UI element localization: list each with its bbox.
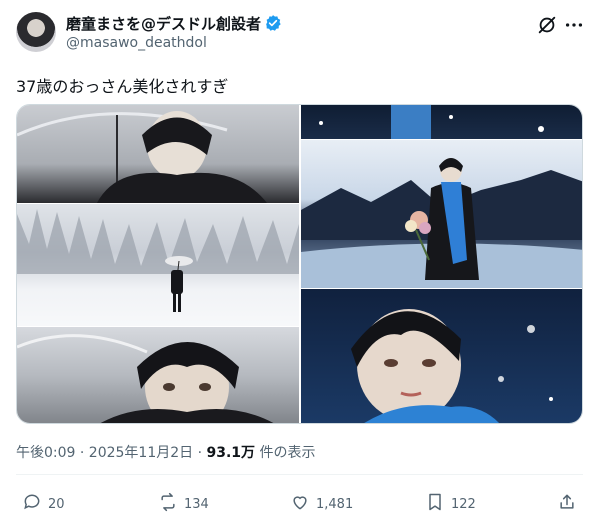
bookmark-icon xyxy=(425,492,445,516)
grok-icon[interactable] xyxy=(536,14,558,36)
display-name-text[interactable]: 磨童まさを@デスドル創設者 xyxy=(66,15,261,33)
reply-icon xyxy=(22,492,42,516)
post-meta: 午後0:09 · 2025年11月2日 · 93.1万 件の表示 xyxy=(16,442,316,462)
repost-button[interactable]: 134 xyxy=(158,492,209,516)
repost-count: 134 xyxy=(184,496,209,512)
bookmark-button[interactable]: 122 xyxy=(425,492,476,516)
share-button[interactable] xyxy=(557,492,577,516)
bookmark-count: 122 xyxy=(451,496,476,512)
media-image-4[interactable] xyxy=(301,105,582,139)
more-icon[interactable] xyxy=(563,14,585,36)
like-count: 1,481 xyxy=(316,496,354,512)
like-icon xyxy=(290,492,310,516)
like-button[interactable]: 1,481 xyxy=(290,492,353,516)
view-count: 93.1万 xyxy=(206,445,256,461)
separator: · xyxy=(197,445,207,461)
post-text: 37歳のおっさん美化されすぎ xyxy=(16,77,229,96)
divider xyxy=(16,474,583,475)
media-image-2[interactable] xyxy=(17,204,299,326)
verified-badge-icon[interactable] xyxy=(264,14,282,36)
media-grid xyxy=(16,104,583,424)
author-display-name[interactable]: 磨童まさを@デスドル創設者 xyxy=(66,13,282,36)
view-label: 件の表示 xyxy=(259,445,316,461)
reply-button[interactable]: 20 xyxy=(22,492,65,516)
avatar[interactable] xyxy=(16,12,56,52)
author-handle[interactable]: @masawo_deathdol xyxy=(66,35,207,51)
media-image-6[interactable] xyxy=(301,289,582,423)
post-timestamp[interactable]: 午後0:09 · 2025年11月2日 xyxy=(16,445,193,461)
reply-count: 20 xyxy=(48,496,65,512)
media-image-3[interactable] xyxy=(17,327,299,423)
repost-icon xyxy=(158,492,178,516)
share-icon xyxy=(557,492,577,516)
media-image-5[interactable] xyxy=(301,140,582,288)
media-image-1[interactable] xyxy=(17,105,299,203)
